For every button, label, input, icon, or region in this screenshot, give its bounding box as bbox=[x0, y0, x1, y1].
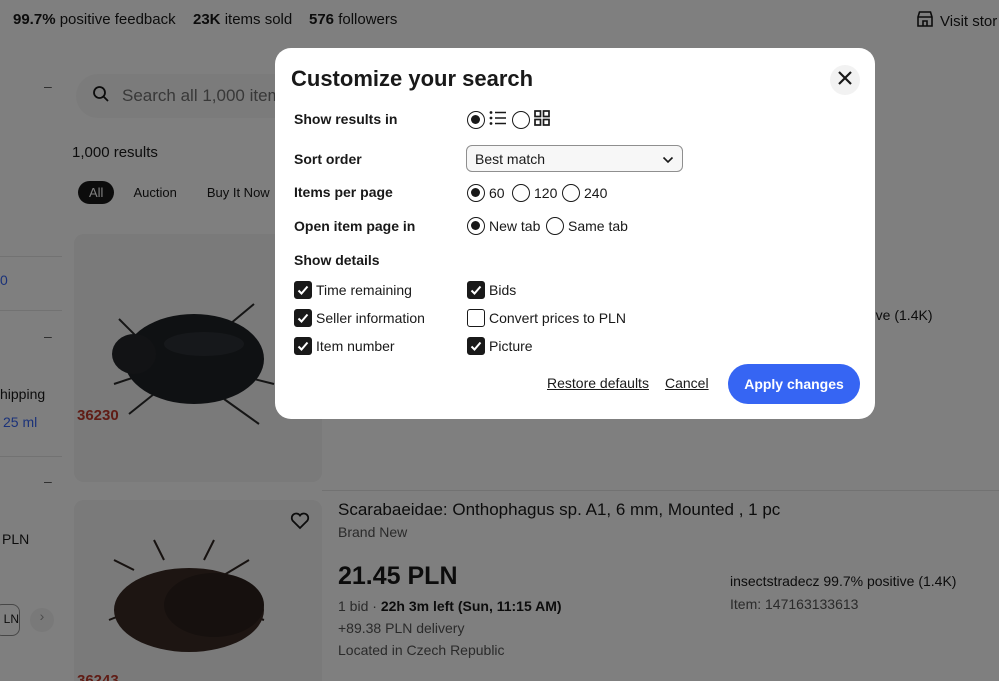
detail-picture[interactable]: Picture bbox=[467, 337, 533, 355]
seller-information-checkbox[interactable] bbox=[294, 309, 312, 327]
detail-item-number[interactable]: Item number bbox=[294, 337, 395, 355]
picture-label: Picture bbox=[489, 338, 533, 354]
new-tab-label: New tab bbox=[489, 218, 541, 234]
sort-order-select[interactable]: Best match bbox=[466, 145, 683, 172]
item-number-label: Item number bbox=[316, 338, 395, 354]
bids-label: Bids bbox=[489, 282, 517, 298]
picture-checkbox[interactable] bbox=[467, 337, 485, 355]
view-list-radio[interactable] bbox=[467, 110, 485, 129]
item-number-checkbox[interactable] bbox=[294, 337, 312, 355]
view-list-option[interactable] bbox=[467, 110, 507, 129]
detail-time-remaining[interactable]: Time remaining bbox=[294, 281, 412, 299]
show-results-label: Show results in bbox=[294, 111, 398, 127]
apply-changes-button[interactable]: Apply changes bbox=[728, 364, 860, 404]
bids-checkbox[interactable] bbox=[467, 281, 485, 299]
convert-prices-label: Convert prices to PLN bbox=[489, 310, 626, 326]
per-page-option-60[interactable]: 60 bbox=[467, 184, 505, 202]
open-item-label: Open item page in bbox=[294, 218, 416, 234]
list-view-icon bbox=[489, 110, 507, 129]
customize-search-dialog: Customize your search Show results in So… bbox=[275, 48, 875, 419]
per-page-option-120[interactable]: 120 bbox=[512, 184, 557, 202]
same-tab-label: Same tab bbox=[568, 218, 628, 234]
per-page-radio-120[interactable] bbox=[512, 184, 530, 202]
grid-view-icon bbox=[534, 110, 550, 129]
view-grid-radio[interactable] bbox=[512, 110, 530, 129]
chevron-down-icon bbox=[662, 151, 674, 167]
view-grid-option[interactable] bbox=[512, 110, 550, 129]
seller-information-label: Seller information bbox=[316, 310, 425, 326]
time-remaining-label: Time remaining bbox=[316, 282, 412, 298]
detail-seller-information[interactable]: Seller information bbox=[294, 309, 425, 327]
items-per-page-label: Items per page bbox=[294, 184, 393, 200]
sort-order-label: Sort order bbox=[294, 151, 362, 167]
per-page-option-240[interactable]: 240 bbox=[562, 184, 607, 202]
per-page-label-60: 60 bbox=[489, 185, 505, 201]
restore-defaults-button[interactable]: Restore defaults bbox=[547, 375, 649, 391]
per-page-radio-240[interactable] bbox=[562, 184, 580, 202]
per-page-label-120: 120 bbox=[534, 185, 558, 201]
per-page-radio-60[interactable] bbox=[467, 184, 485, 202]
detail-convert-prices[interactable]: Convert prices to PLN bbox=[467, 309, 626, 327]
open-new-tab-option[interactable]: New tab bbox=[467, 217, 540, 235]
sort-order-value: Best match bbox=[475, 150, 546, 167]
same-tab-radio[interactable] bbox=[546, 217, 564, 235]
dialog-title: Customize your search bbox=[291, 66, 534, 91]
convert-prices-checkbox[interactable] bbox=[467, 309, 485, 327]
per-page-label-240: 240 bbox=[584, 185, 608, 201]
time-remaining-checkbox[interactable] bbox=[294, 281, 312, 299]
show-details-label: Show details bbox=[294, 252, 380, 268]
cancel-button[interactable]: Cancel bbox=[665, 375, 709, 391]
close-button[interactable] bbox=[830, 65, 860, 95]
new-tab-radio[interactable] bbox=[467, 217, 485, 235]
detail-bids[interactable]: Bids bbox=[467, 281, 516, 299]
open-same-tab-option[interactable]: Same tab bbox=[546, 217, 628, 235]
close-icon bbox=[838, 70, 852, 90]
